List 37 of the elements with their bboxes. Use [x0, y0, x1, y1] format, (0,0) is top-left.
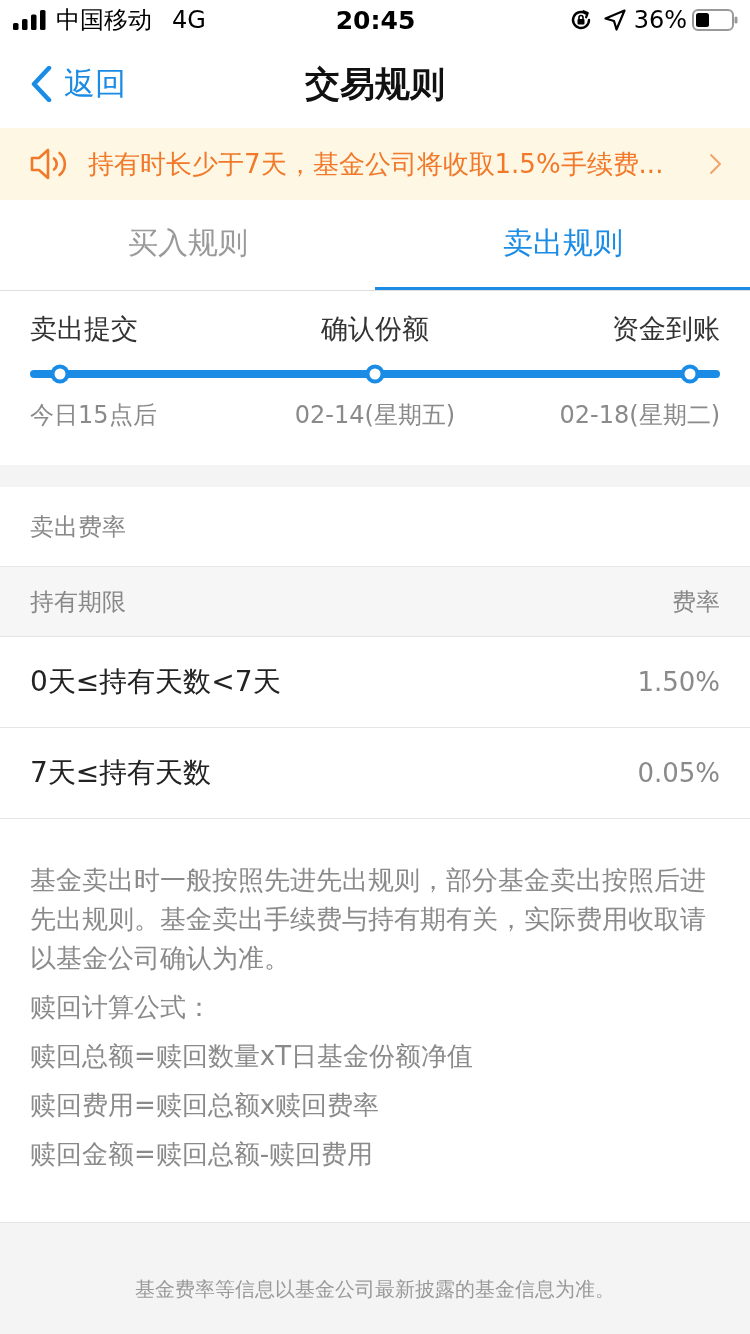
back-button[interactable]: 返回: [30, 63, 126, 105]
signal-icon: [13, 10, 47, 30]
section-title: 卖出费率: [30, 511, 126, 543]
carrier-name: 中国移动: [56, 5, 152, 36]
note-text: 赎回计算公式：: [30, 991, 213, 1024]
note-text: 赎回金额=赎回总额-赎回费用: [30, 1138, 375, 1171]
step-date: 02-18(星期二): [559, 400, 720, 431]
chevron-right-icon: [709, 153, 722, 175]
location-arrow-icon: [603, 9, 626, 31]
table-cell: 1.50%: [637, 667, 720, 697]
page-title: 交易规则: [305, 62, 445, 106]
tab[interactable]: 卖出规则: [375, 200, 750, 290]
step-label: 卖出提交: [30, 312, 138, 346]
step-label: 资金到账: [612, 312, 720, 346]
note-text: 基金卖出时一般按照先进先出规则，部分基金卖出按照后进先出规则。基金卖出手续费与持有期有关，实际费用收取请以基金公司确认为准。: [30, 864, 707, 975]
column-header: 费率: [672, 586, 720, 618]
step-label: 确认份额: [321, 312, 429, 346]
notice-text: 持有时长少于7天，基金公司将收取1.5%手续费...: [88, 147, 665, 181]
battery-icon: [692, 9, 738, 31]
status-time: 20:45: [335, 5, 416, 35]
table-cell-text: 0天≤持有天数<7天: [30, 664, 281, 700]
table-cell: 0.05%: [637, 758, 720, 788]
footer-text: 基金费率等信息以基金公司最新披露的基金信息为准。: [135, 1276, 615, 1303]
back-chevron-icon: [30, 66, 52, 102]
step-date: 02-14(星期五): [294, 400, 456, 431]
notice-bar[interactable]: 持有时长少于7天，基金公司将收取1.5%手续费...: [0, 128, 750, 200]
step-date: 今日15点后: [30, 400, 157, 431]
step-dot: [50, 364, 70, 384]
network-type: 4G: [172, 6, 206, 34]
step-dot: [365, 364, 385, 384]
step-dot: [680, 364, 700, 384]
note-text: 赎回费用=赎回总额x赎回费率: [30, 1089, 381, 1122]
battery-percent: 36%: [633, 6, 687, 34]
column-header: 持有期限: [30, 586, 126, 618]
table-cell-text: 7天≤持有天数: [30, 755, 212, 791]
tab[interactable]: 买入规则: [0, 200, 375, 290]
note-text: 赎回总额=赎回数量xT日基金份额净值: [30, 1040, 475, 1073]
